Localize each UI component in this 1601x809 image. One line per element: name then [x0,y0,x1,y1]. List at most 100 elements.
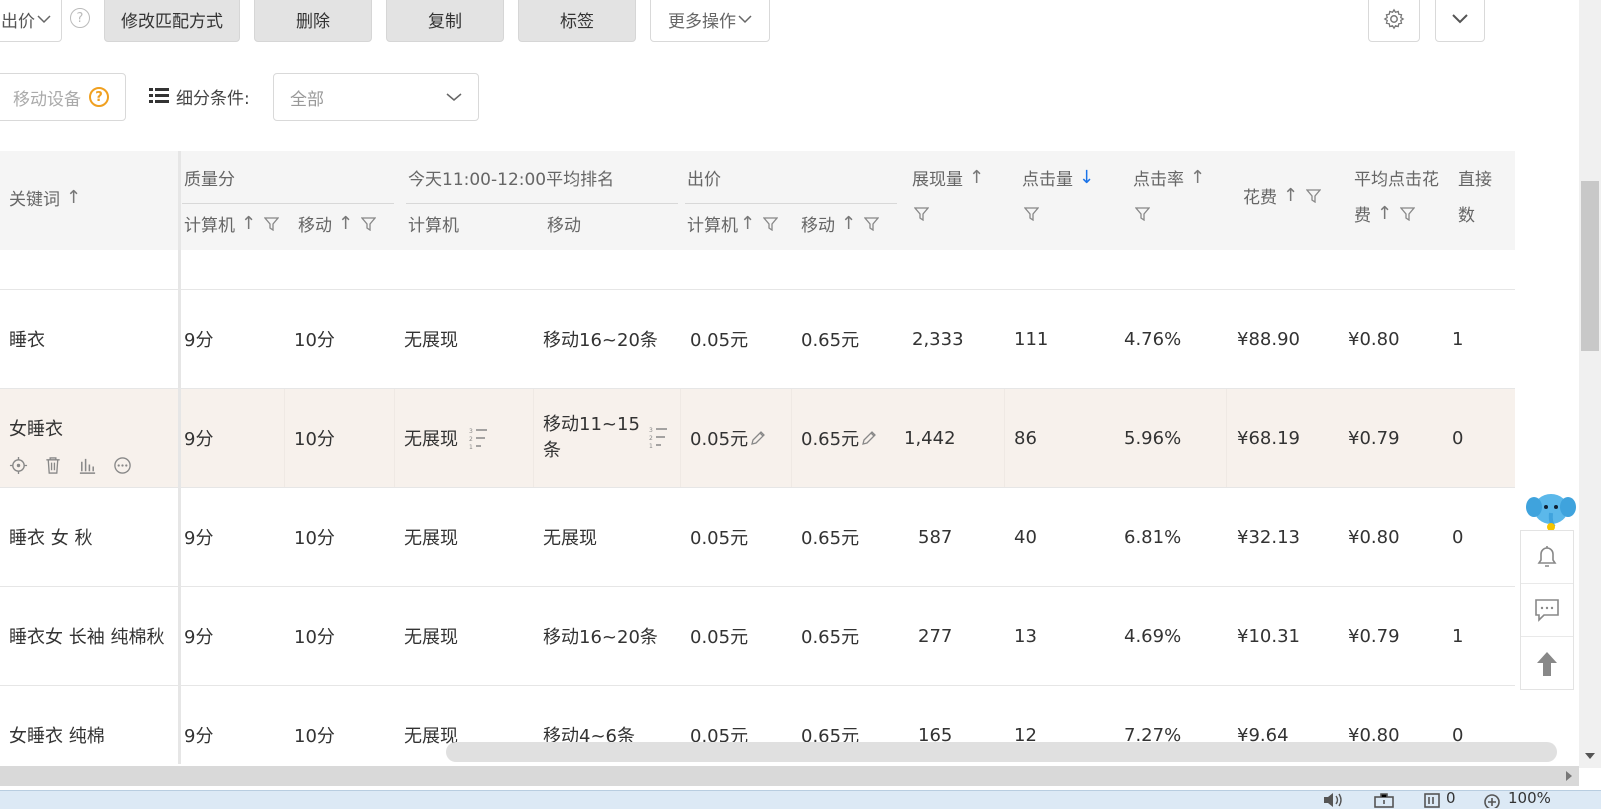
filter-icon[interactable] [361,216,377,231]
rank-pc-cell: 无展现 [404,528,458,549]
gear-icon [1383,8,1405,30]
col-bid-mobile[interactable]: 移动 ↑ [801,211,880,236]
sort-up-icon[interactable]: ↑ [841,213,856,234]
col-quality-mobile[interactable]: 移动 ↑ [298,211,377,236]
filter-icon[interactable] [1400,206,1416,221]
clicks-cell: 40 [1014,526,1037,548]
bid-dropdown[interactable]: 出价 [0,0,62,42]
table-horizontal-scrollbar[interactable] [446,742,1557,762]
col-keyword[interactable]: 关键词 ↑ [9,185,81,210]
col-quality-pc[interactable]: 计算机 ↑ [184,211,280,236]
collapse-button[interactable] [1435,0,1485,42]
help-icon[interactable]: ? [70,8,90,28]
column-divider [680,389,681,487]
filter-icon[interactable] [1135,207,1150,221]
row-actions [9,456,132,475]
col-clicks[interactable]: 点击量 ↓ [1022,165,1094,190]
edit-icon[interactable] [861,430,877,446]
rank-pc-cell: 无展现 321 [404,389,488,487]
table-row[interactable]: 睡衣女 长袖 纯棉秋 9分 10分 无展现 移动16~20条 0.05元 0.6… [0,587,1515,686]
sort-up-icon[interactable]: ↑ [338,213,353,234]
chat-button[interactable] [1521,584,1573,637]
col-avg-cpc-sort[interactable]: 费 ↑ [1354,201,1416,226]
col-bid-pc[interactable]: 计算机 ↑ [687,211,779,236]
column-divider [1226,389,1227,487]
sort-up-icon[interactable]: ↑ [1283,185,1298,206]
elephant-mascot-icon[interactable] [1526,489,1576,533]
modify-match-label: 修改匹配方式 [121,11,223,32]
table-row[interactable]: 睡衣 女 秋 9分 10分 无展现 无展现 0.05元 0.65元 587 40… [0,488,1515,587]
chevron-down-icon [738,15,752,24]
col-impressions-label: 展现量 [912,170,963,190]
help-icon[interactable]: ? [89,87,109,107]
col-direct-label: 直接 [1458,170,1492,190]
filter-icon[interactable] [763,216,779,231]
bid-mobile-value: 0.65元 [801,429,860,450]
column-divider [1004,389,1005,487]
table-row[interactable]: 睡衣 9分 10分 无展现 移动16~20条 0.05元 0.65元 2,333… [0,290,1515,389]
notification-button[interactable] [1521,531,1573,584]
sort-down-icon[interactable]: ↓ [1079,167,1094,188]
col-ctr[interactable]: 点击率 ↑ [1133,165,1205,190]
keyword-cell[interactable]: 睡衣 [9,290,45,388]
col-clicks-label: 点击量 [1022,170,1073,190]
help-icon-glyph: ? [95,89,103,105]
scroll-down-arrow-icon[interactable] [1584,752,1596,760]
svg-text:3: 3 [649,427,653,434]
edit-icon[interactable] [750,430,766,446]
floating-toolbar [1520,530,1574,690]
target-icon[interactable] [9,456,28,475]
cost-cell: ¥10.31 [1237,625,1300,647]
counter-icon[interactable] [1423,792,1441,808]
keyword-cell[interactable]: 睡衣女 长袖 纯棉秋 [9,587,164,685]
copy-button[interactable]: 复制 [386,0,504,42]
sort-up-icon[interactable]: ↑ [740,213,755,234]
filter-icon[interactable] [264,216,280,231]
device-filter[interactable]: 移动设备 ? [0,73,126,121]
vertical-scrollbar[interactable] [1579,0,1601,768]
bar-chart-icon[interactable] [78,456,97,475]
rank-mobile-cell: 移动11~15 条 [543,389,640,487]
svg-text:1: 1 [469,444,473,449]
segment-select[interactable]: 全部 [273,73,479,121]
svg-text:2: 2 [469,436,473,443]
page-horizontal-scrollbar[interactable] [0,766,1579,786]
delete-button[interactable]: 删除 [254,0,372,42]
sort-up-icon[interactable]: ↑ [1190,167,1205,188]
more-ops-dropdown[interactable]: 更多操作 [650,0,770,42]
delete-label: 删除 [296,11,330,32]
filter-icon[interactable] [1306,188,1322,203]
more-icon[interactable] [113,456,132,475]
vertical-scrollbar-thumb[interactable] [1581,181,1599,351]
quality-mobile-cell: 10分 [294,726,335,747]
filter-icon[interactable] [1024,207,1039,221]
back-to-top-button[interactable] [1521,637,1573,690]
sort-up-icon[interactable]: ↑ [241,213,256,234]
tag-button[interactable]: 标签 [518,0,636,42]
column-divider [284,389,285,487]
rank-list-icon[interactable]: 321 [468,427,488,449]
speaker-icon[interactable] [1322,792,1344,808]
direct-cell: 0 [1452,427,1464,449]
rank-list-icon[interactable]: 321 [648,426,668,448]
zoom-level[interactable]: 100% [1508,789,1551,807]
toolbox-icon[interactable] [1373,792,1395,808]
trash-icon[interactable] [44,456,62,475]
modify-match-button[interactable]: 修改匹配方式 [104,0,240,42]
col-cost[interactable]: 花费 ↑ [1243,183,1322,208]
col-impressions[interactable]: 展现量 ↑ [912,165,984,190]
svg-text:1: 1 [649,443,653,448]
zoom-icon[interactable] [1482,792,1502,808]
keyword-cell[interactable]: 睡衣 女 秋 [9,488,92,586]
sort-up-icon[interactable]: ↑ [66,187,81,208]
filter-icon[interactable] [914,207,929,221]
scroll-right-arrow-icon[interactable] [1565,770,1573,782]
keyword-cell[interactable]: 女睡衣 纯棉 [9,686,105,764]
sort-up-icon[interactable]: ↑ [969,167,984,188]
col-quality-mobile-label: 移动 [298,216,332,236]
col-direct-sort[interactable]: 数 [1458,201,1475,226]
table-row[interactable]: 女睡衣 9分 10分 无展现 321 移动11~15 条 321 0.05元 0… [0,389,1515,488]
settings-button[interactable] [1368,0,1420,42]
sort-up-icon[interactable]: ↑ [1377,203,1392,224]
filter-icon[interactable] [864,216,880,231]
